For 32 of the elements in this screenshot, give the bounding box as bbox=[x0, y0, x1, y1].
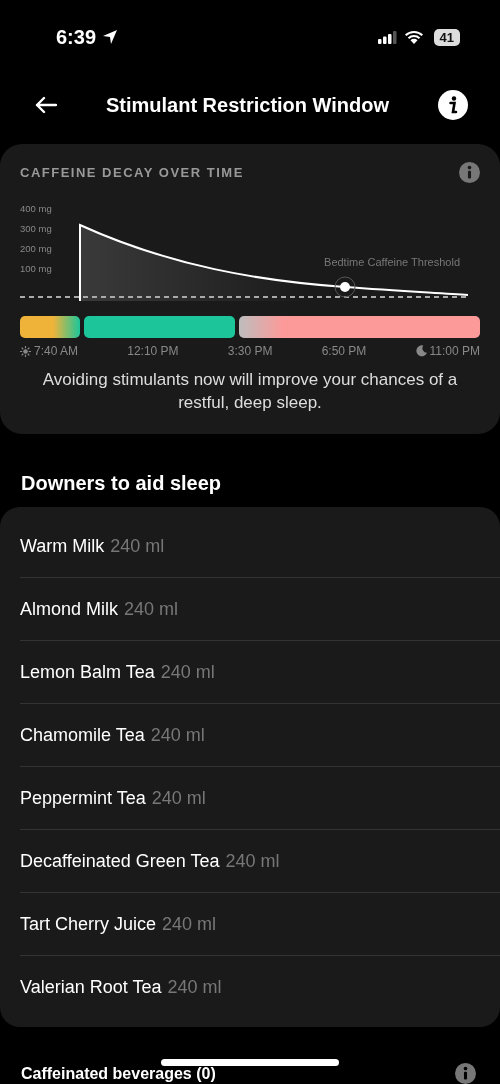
axis-label: 400 mg bbox=[20, 203, 52, 215]
sun-icon bbox=[20, 345, 31, 357]
threshold-label: Bedtime Caffeine Threshold bbox=[324, 256, 460, 268]
wifi-icon bbox=[403, 30, 424, 44]
axis-label: 100 mg bbox=[20, 263, 52, 275]
battery-indicator: 41 bbox=[433, 28, 460, 46]
time-label: 6:50 PM bbox=[321, 344, 367, 358]
info-icon[interactable] bbox=[438, 90, 468, 120]
drink-row[interactable]: Lemon Balm Tea 240 ml bbox=[20, 641, 500, 704]
axis-label: 300 mg bbox=[20, 223, 52, 235]
section-heading: Caffeinated beverages (0) bbox=[21, 1064, 216, 1083]
signal-icon bbox=[377, 30, 398, 44]
section-heading: Downers to aid sleep bbox=[21, 472, 223, 495]
drink-row[interactable]: Almond Milk 240 ml bbox=[20, 578, 500, 641]
location-arrow-icon bbox=[102, 29, 119, 45]
back-arrow-icon[interactable] bbox=[35, 96, 57, 114]
time-label: 7:40 AM bbox=[34, 344, 79, 358]
time-label: 3:30 PM bbox=[227, 344, 273, 358]
drink-row[interactable]: Peppermint Tea 240 ml bbox=[20, 767, 500, 830]
advice-text: Avoiding stimulants now will improve your chances of a restful, deep sleep. bbox=[41, 369, 459, 414]
time-label: 12:10 PM bbox=[127, 344, 179, 358]
time-label: 11:00 PM bbox=[429, 344, 480, 358]
drink-row[interactable]: Warm Milk 240 ml bbox=[20, 515, 500, 578]
drink-row[interactable]: Chamomile Tea 240 ml bbox=[20, 704, 500, 767]
status-time: 6:39 bbox=[56, 25, 97, 49]
screen-title: Stimulant Restriction Window bbox=[105, 93, 390, 117]
drink-row[interactable]: Decaffeinated Green Tea 240 ml bbox=[20, 830, 500, 893]
drink-row[interactable]: Valerian Root Tea 240 ml bbox=[20, 956, 500, 1019]
moon-icon bbox=[415, 345, 427, 357]
axis-label: 200 mg bbox=[20, 243, 52, 255]
card-title: CAFFEINE DECAY OVER TIME bbox=[20, 165, 244, 180]
drink-row[interactable]: Tart Cherry Juice 240 ml bbox=[20, 893, 500, 956]
